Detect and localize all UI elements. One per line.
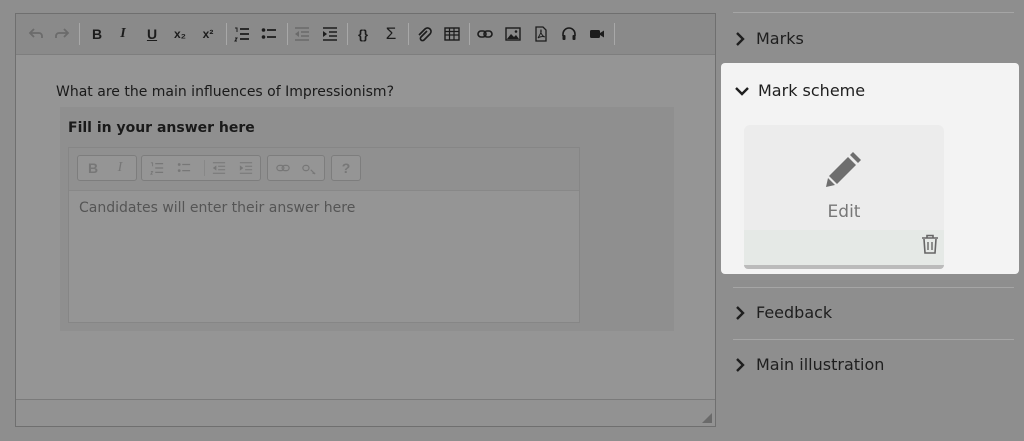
answer-placeholder: Candidates will enter their answer here: [79, 200, 356, 216]
sidebar-divider: [733, 12, 1014, 13]
list-group: [141, 155, 261, 181]
toolbar-separator: [614, 23, 615, 45]
link-icon[interactable]: [274, 159, 292, 177]
ordered-list-icon[interactable]: [231, 24, 253, 44]
chevron-right-icon: [736, 357, 745, 372]
accordion-label: Main illustration: [756, 355, 885, 374]
trash-icon[interactable]: [921, 234, 939, 254]
video-icon[interactable]: [586, 24, 608, 44]
answer-editor[interactable]: B I ? Candidates will enter their answer…: [68, 147, 580, 323]
toolbar-separator: [469, 23, 470, 45]
sidebar-divider: [733, 287, 1014, 288]
outdent-icon[interactable]: [210, 159, 228, 177]
link-group: [267, 155, 325, 181]
chevron-down-icon: [735, 86, 749, 96]
bullet-list-icon[interactable]: [175, 159, 193, 177]
format-group: B I: [77, 155, 137, 181]
accordion-label: Mark scheme: [758, 81, 866, 100]
card-footer: [744, 230, 944, 266]
help-button[interactable]: ?: [337, 159, 355, 177]
accordion-feedback[interactable]: Feedback: [733, 303, 832, 322]
question-text[interactable]: What are the main influences of Impressi…: [56, 84, 394, 100]
answer-title: Fill in your answer here: [68, 120, 255, 136]
answer-box: Fill in your answer here B I ? Candidate…: [60, 107, 674, 331]
link-icon[interactable]: [474, 24, 496, 44]
indent-icon[interactable]: [319, 24, 341, 44]
bold-button[interactable]: B: [84, 159, 102, 177]
bold-button[interactable]: B: [86, 24, 108, 44]
chevron-right-icon: [736, 31, 745, 46]
ordered-list-icon[interactable]: [148, 159, 166, 177]
code-braces-button[interactable]: {}: [352, 24, 374, 44]
accordion-label: Feedback: [756, 303, 833, 322]
editor-status-bar: [16, 399, 715, 426]
toolbar-separator: [79, 23, 80, 45]
pdf-icon[interactable]: [530, 24, 552, 44]
answer-toolbar: B I ?: [69, 148, 579, 191]
resize-handle-icon[interactable]: [702, 413, 712, 423]
outdent-icon[interactable]: [291, 24, 313, 44]
toolbar-separator: [226, 23, 227, 45]
table-icon[interactable]: [441, 24, 463, 44]
mark-scheme-panel: Mark scheme Edit: [721, 63, 1019, 274]
accordion-marks[interactable]: Marks: [733, 29, 804, 48]
toolbar-separator: [204, 160, 205, 176]
toolbar-separator: [408, 23, 409, 45]
unlink-icon[interactable]: [300, 159, 318, 177]
undo-icon[interactable]: [25, 24, 47, 44]
toolbar-separator: [347, 23, 348, 45]
audio-icon[interactable]: [558, 24, 580, 44]
underline-button[interactable]: U: [141, 24, 163, 44]
editor-toolbar: B I U x₂ x² {} Σ: [16, 14, 715, 55]
italic-button[interactable]: I: [111, 159, 129, 177]
sidebar-divider: [733, 339, 1014, 340]
sigma-button[interactable]: Σ: [380, 24, 402, 44]
question-editor: B I U x₂ x² {} Σ What are the main influ…: [15, 13, 716, 427]
image-icon[interactable]: [502, 24, 524, 44]
mark-scheme-edit-card[interactable]: Edit: [744, 125, 944, 269]
accordion-mark-scheme[interactable]: Mark scheme: [735, 81, 865, 100]
card-shadow: [744, 265, 944, 269]
accordion-main-illustration[interactable]: Main illustration: [733, 355, 884, 374]
superscript-button[interactable]: x²: [197, 24, 219, 44]
help-group: ?: [331, 155, 361, 181]
chevron-right-icon: [736, 305, 745, 320]
pencil-icon: [826, 152, 861, 187]
paperclip-icon[interactable]: [413, 24, 435, 44]
subscript-button[interactable]: x₂: [169, 24, 191, 44]
redo-icon[interactable]: [51, 24, 73, 44]
bullet-list-icon[interactable]: [258, 24, 280, 44]
toolbar-separator: [287, 23, 288, 45]
edit-label: Edit: [827, 202, 861, 222]
italic-button[interactable]: I: [112, 24, 134, 44]
accordion-label: Marks: [756, 29, 804, 48]
indent-icon[interactable]: [237, 159, 255, 177]
